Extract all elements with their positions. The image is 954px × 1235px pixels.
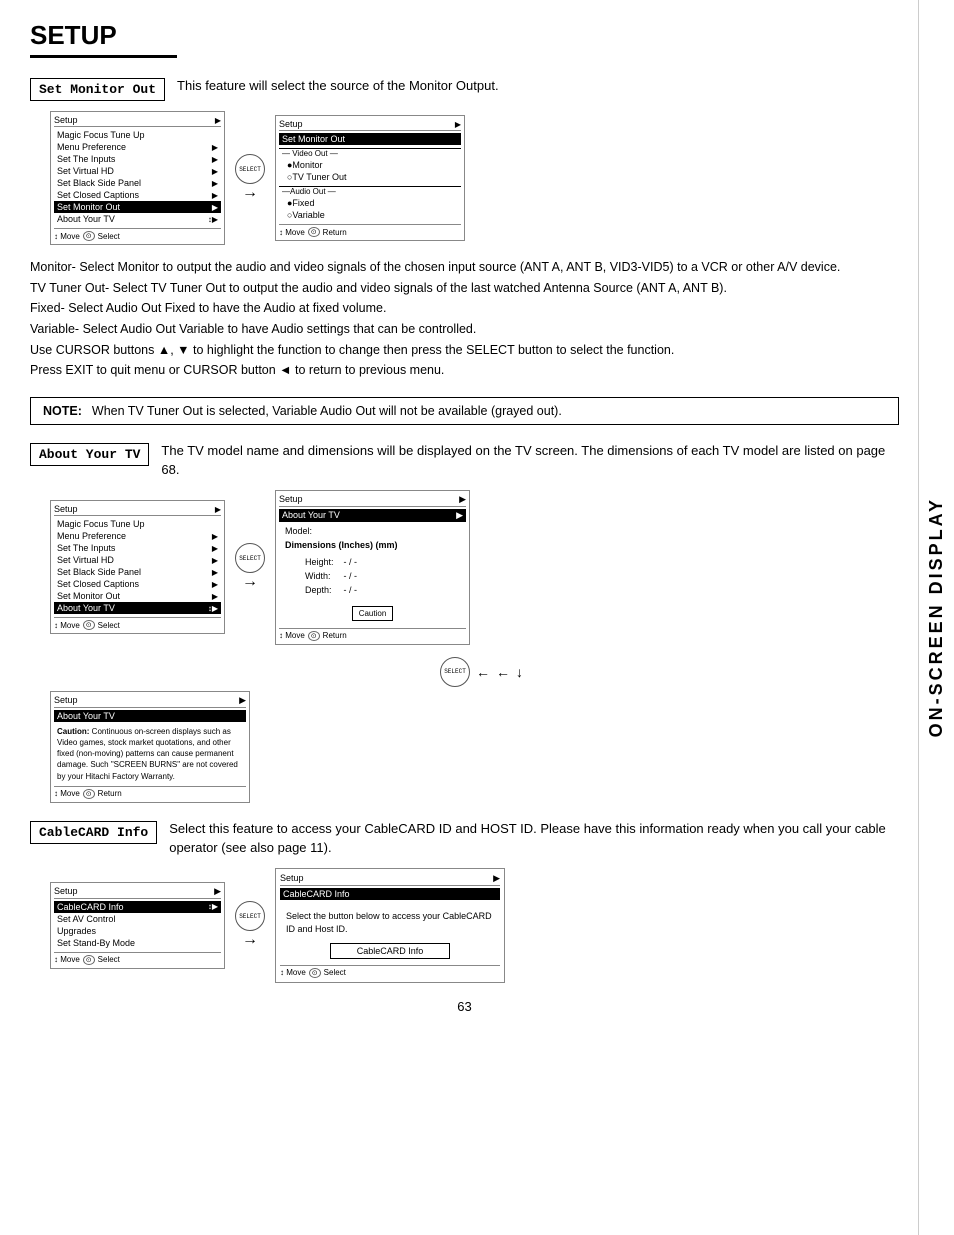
arrow-connector-2: SELECT → — [235, 543, 265, 591]
about-your-tv-description: The TV model name and dimensions will be… — [161, 441, 899, 480]
about-menu-inputs: Set The Inputs▶ — [54, 542, 221, 554]
about-right-subtitle: About Your TV▶ — [279, 509, 466, 522]
about-tv-diagram-row1: Setup ▶ Magic Focus Tune Up Menu Prefere… — [50, 490, 899, 645]
video-out-header: — Video Out — — [279, 148, 461, 158]
cablecard-right-screen: Setup ▶ CableCARD Info Select the button… — [275, 868, 505, 983]
caution-text: Caution: Continuous on-screen displays s… — [57, 726, 243, 782]
monitor-out-right-screen: Setup ▶ Set Monitor Out — Video Out — ●M… — [275, 115, 465, 241]
about-model: Model: — [285, 526, 460, 536]
about-dimensions-table: Height:- / - Width:- / - Depth:- / - — [287, 554, 363, 598]
select-button-3-icon: SELECT — [440, 657, 470, 687]
select-button-2-icon: SELECT — [235, 543, 265, 573]
arrow-connector-1: SELECT → — [235, 154, 265, 202]
left-screen-footer: ↕ Move⊙Select — [54, 228, 221, 241]
cablecard-info-button[interactable]: CableCARD Info — [330, 943, 450, 959]
note-text: When TV Tuner Out is selected, Variable … — [92, 404, 562, 418]
right-screen-title: Setup — [279, 119, 303, 129]
menu-item-virtual: Set Virtual HD▶ — [54, 165, 221, 177]
video-monitor-option: ●Monitor — [279, 159, 461, 171]
right-screen-footer: ↕ Move⊙Return — [279, 224, 461, 237]
menu-item-menu-pref: Menu Preference▶ — [54, 141, 221, 153]
sidebar-label: ON-SCREEN DISPLAY — [918, 0, 954, 1235]
cablecard-left-screen: Setup ▶ CableCARD Info↕▶ Set AV Control … — [50, 882, 225, 969]
cablecard-menu-upgrades: Upgrades — [54, 925, 221, 937]
sidebar-text: ON-SCREEN DISPLAY — [926, 497, 947, 737]
caution-button: Caution — [279, 602, 466, 625]
right-screen-subtitle: Set Monitor Out — [279, 133, 461, 145]
about-menu-black: Set Black Side Panel▶ — [54, 566, 221, 578]
cablecard-left-footer: ↕ Move⊙Select — [54, 952, 221, 965]
about-your-tv-section: About Your TV The TV model name and dime… — [30, 441, 899, 803]
arrow-connector-3: SELECT → — [235, 901, 265, 949]
left-screen-title: Setup — [54, 115, 78, 125]
menu-item-magic: Magic Focus Tune Up — [54, 129, 221, 141]
cablecard-menu-cablecard: CableCARD Info↕▶ — [54, 901, 221, 913]
menu-item-about-tv: About Your TV↕▶ — [54, 213, 221, 225]
set-monitor-out-label: Set Monitor Out — [30, 78, 165, 101]
about-menu-about: About Your TV↕▶ — [54, 602, 221, 614]
caution-screen: Setup ▶ About Your TV Caution: Continuou… — [50, 691, 250, 803]
menu-item-closed-cap: Set Closed Captions▶ — [54, 189, 221, 201]
page-title: SETUP — [30, 20, 177, 58]
caution-screen-footer: ↕ Move⊙Return — [54, 786, 246, 799]
mid-arrow-section: SELECT ← ← ↓ — [50, 657, 899, 687]
cablecard-description: Select this feature to access your Cable… — [169, 819, 899, 858]
cablecard-section: CableCARD Info Select this feature to ac… — [30, 819, 899, 983]
audio-out-header: —Audio Out — — [279, 186, 461, 196]
about-tv-left-screen: Setup ▶ Magic Focus Tune Up Menu Prefere… — [50, 500, 225, 634]
set-monitor-out-description: This feature will select the source of t… — [177, 76, 899, 96]
note-label: NOTE: — [43, 404, 82, 418]
video-tv-tuner-option: ○TV Tuner Out — [279, 171, 461, 183]
about-menu-magic: Magic Focus Tune Up — [54, 518, 221, 530]
cablecard-button-wrap: CableCARD Info — [280, 943, 500, 959]
cablecard-right-footer: ↕ Move⊙Select — [280, 965, 500, 978]
cablecard-body: Select the button below to access your C… — [286, 910, 494, 937]
select-button-4-icon: SELECT — [235, 901, 265, 931]
about-menu-pref: Menu Preference▶ — [54, 530, 221, 542]
about-menu-closed: Set Closed Captions▶ — [54, 578, 221, 590]
about-menu-virtual: Set Virtual HD▶ — [54, 554, 221, 566]
note-box: NOTE: When TV Tuner Out is selected, Var… — [30, 397, 899, 425]
audio-fixed-option: ●Fixed — [279, 197, 461, 209]
menu-item-inputs: Set The Inputs▶ — [54, 153, 221, 165]
select-button-icon: SELECT — [235, 154, 265, 184]
monitor-out-left-screen: Setup ▶ Magic Focus Tune Up Menu Prefere… — [50, 111, 225, 245]
title-arrow-icon: ▶ — [215, 116, 221, 125]
about-menu-monitor: Set Monitor Out▶ — [54, 590, 221, 602]
monitor-out-body-text: Monitor- Select Monitor to output the au… — [30, 257, 899, 381]
about-your-tv-label: About Your TV — [30, 443, 149, 466]
cablecard-label: CableCARD Info — [30, 821, 157, 844]
set-monitor-out-diagram: Setup ▶ Magic Focus Tune Up Menu Prefere… — [50, 111, 899, 245]
cablecard-right-subtitle: CableCARD Info — [280, 888, 500, 900]
caution-box: Caution — [352, 606, 394, 621]
about-left-footer: ↕ Move⊙Select — [54, 617, 221, 630]
caution-screen-subtitle: About Your TV — [54, 710, 246, 722]
set-monitor-out-section: Set Monitor Out This feature will select… — [30, 76, 899, 381]
about-dimensions-header: Dimensions (Inches) (mm) — [285, 540, 460, 550]
cablecard-menu-av: Set AV Control — [54, 913, 221, 925]
page-number: 63 — [30, 999, 899, 1014]
menu-item-monitor-out: Set Monitor Out▶ — [54, 201, 221, 213]
about-right-footer: ↕ Move⊙Return — [279, 628, 466, 641]
about-tv-diagram-row2: Setup ▶ About Your TV Caution: Continuou… — [50, 691, 899, 803]
audio-variable-option: ○Variable — [279, 209, 461, 221]
menu-item-black-side: Set Black Side Panel▶ — [54, 177, 221, 189]
cablecard-menu-standby: Set Stand-By Mode — [54, 937, 221, 949]
cablecard-diagram: Setup ▶ CableCARD Info↕▶ Set AV Control … — [50, 868, 899, 983]
about-tv-right-screen: Setup ▶ About Your TV▶ Model: Dimensions… — [275, 490, 470, 645]
